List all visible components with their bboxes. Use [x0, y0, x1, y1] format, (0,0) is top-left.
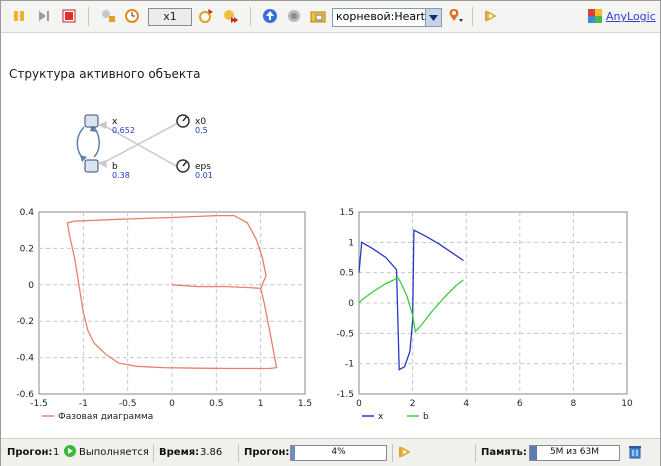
x-tick-label: -1 — [79, 399, 88, 409]
status-separator — [392, 444, 393, 462]
parameter-x0-value: 0.5 — [195, 126, 208, 135]
toolbar-separator — [472, 7, 473, 26]
run-icon[interactable] — [482, 7, 500, 25]
page-title: Структура активного объекта — [9, 67, 201, 81]
camera-icon[interactable] — [285, 7, 303, 25]
x-tick-label: 6 — [517, 399, 523, 409]
y-tick-label: 0.4 — [20, 208, 35, 218]
x-tick-label: 8 — [571, 399, 577, 409]
structure-diagram: x 0.652 b 0.38 x0 0.5 eps 0.01 — [76, 114, 213, 180]
run-small-icon[interactable] — [398, 445, 412, 462]
run-label: Прогон: — [7, 447, 53, 458]
folder-icon[interactable] — [309, 7, 327, 25]
stop-icon[interactable] — [60, 7, 78, 25]
status-separator — [475, 444, 476, 462]
slower-icon[interactable] — [99, 7, 117, 25]
variable-x-value: 0.652 — [112, 126, 135, 135]
toolbar-separator — [88, 7, 89, 26]
y-tick-label: 1.5 — [340, 208, 354, 218]
y-tick-label: -1.5 — [336, 390, 354, 400]
x-tick-label: 0 — [356, 399, 362, 409]
memory-bar: 5M из 63M — [529, 445, 620, 461]
chevron-down-icon[interactable] — [425, 9, 441, 26]
x-tick-label: 1.5 — [298, 399, 312, 409]
y-tick-label: -0.6 — [16, 390, 34, 400]
y-tick-label: 0 — [28, 281, 34, 291]
progress-label: Прогон: — [244, 447, 290, 458]
anylogic-link[interactable]: AnyLogic — [606, 10, 656, 23]
variable-b-value: 0.38 — [112, 171, 130, 180]
status-separator — [153, 444, 154, 462]
anylogic-logo-icon — [586, 7, 604, 25]
phase-diagram-chart: -1.5 -1 -0.5 0 0.5 1 1.5 0.4 0.2 0 -0.2 -0.4 -0.6 Фаз… — [16, 208, 312, 422]
progress-text: 4% — [331, 447, 346, 457]
speed-display: x1 — [148, 8, 192, 26]
legend-label: Фазовая диаграмма — [58, 412, 153, 422]
run-number: 1 — [53, 447, 60, 458]
run-state: Выполняется — [79, 447, 149, 458]
y-tick-label: -0.5 — [336, 329, 354, 339]
y-tick-label: 0.5 — [340, 269, 354, 279]
variable-b-icon[interactable] — [84, 159, 99, 173]
progress-bar: 4% — [290, 445, 387, 461]
status-bar: Прогон: 1 Выполняется Время: 3.86 Прогон… — [1, 438, 660, 466]
x-tick-label: 4 — [463, 399, 469, 409]
y-tick-label: 0.2 — [20, 244, 34, 254]
parameter-x0-icon[interactable] — [176, 114, 190, 128]
running-icon — [63, 444, 77, 461]
navigate-up-icon[interactable] — [261, 7, 279, 25]
legend-label: b — [423, 412, 429, 422]
step-icon[interactable] — [35, 7, 53, 25]
y-tick-label: -0.2 — [16, 317, 34, 327]
y-tick-label: -1 — [345, 360, 354, 370]
trash-icon[interactable] — [628, 444, 642, 462]
legend-label: x — [378, 412, 384, 422]
y-tick-label: 0 — [348, 299, 354, 309]
root-selector[interactable]: корневой:Heart — [332, 8, 442, 27]
x-tick-label: 0.5 — [209, 399, 223, 409]
y-tick-label: -0.4 — [16, 354, 34, 364]
x-tick-label: 0 — [169, 399, 175, 409]
time-label: Время: — [159, 447, 200, 458]
fast-forward-icon[interactable] — [222, 7, 240, 25]
pause-icon[interactable] — [10, 7, 28, 25]
y-tick-label: 1 — [348, 238, 354, 248]
toolbar-separator — [250, 7, 251, 26]
clock-icon[interactable] — [123, 7, 141, 25]
variable-x-icon[interactable] — [84, 114, 99, 128]
memory-text: 5M из 63M — [549, 447, 600, 457]
toolbar: x1 корневой:Heart AnyLogic — [1, 1, 660, 33]
time-series-chart: 0 2 4 6 8 10 1.5 1 0.5 0 -0.5 -1 -1.5 x b — [336, 208, 633, 422]
x-tick-label: 1 — [258, 399, 264, 409]
x-tick-label: 10 — [621, 399, 633, 409]
x-tick-label: -0.5 — [119, 399, 137, 409]
x-tick-label: 2 — [410, 399, 416, 409]
realtime-icon[interactable] — [197, 7, 215, 25]
memory-label: Память: — [481, 447, 527, 458]
status-separator — [238, 444, 239, 462]
location-pin-icon[interactable] — [446, 7, 464, 25]
parameter-eps-icon[interactable] — [176, 159, 190, 173]
parameter-eps-value: 0.01 — [195, 171, 213, 180]
x-tick-label: -1.5 — [30, 399, 48, 409]
time-value: 3.86 — [200, 447, 223, 458]
